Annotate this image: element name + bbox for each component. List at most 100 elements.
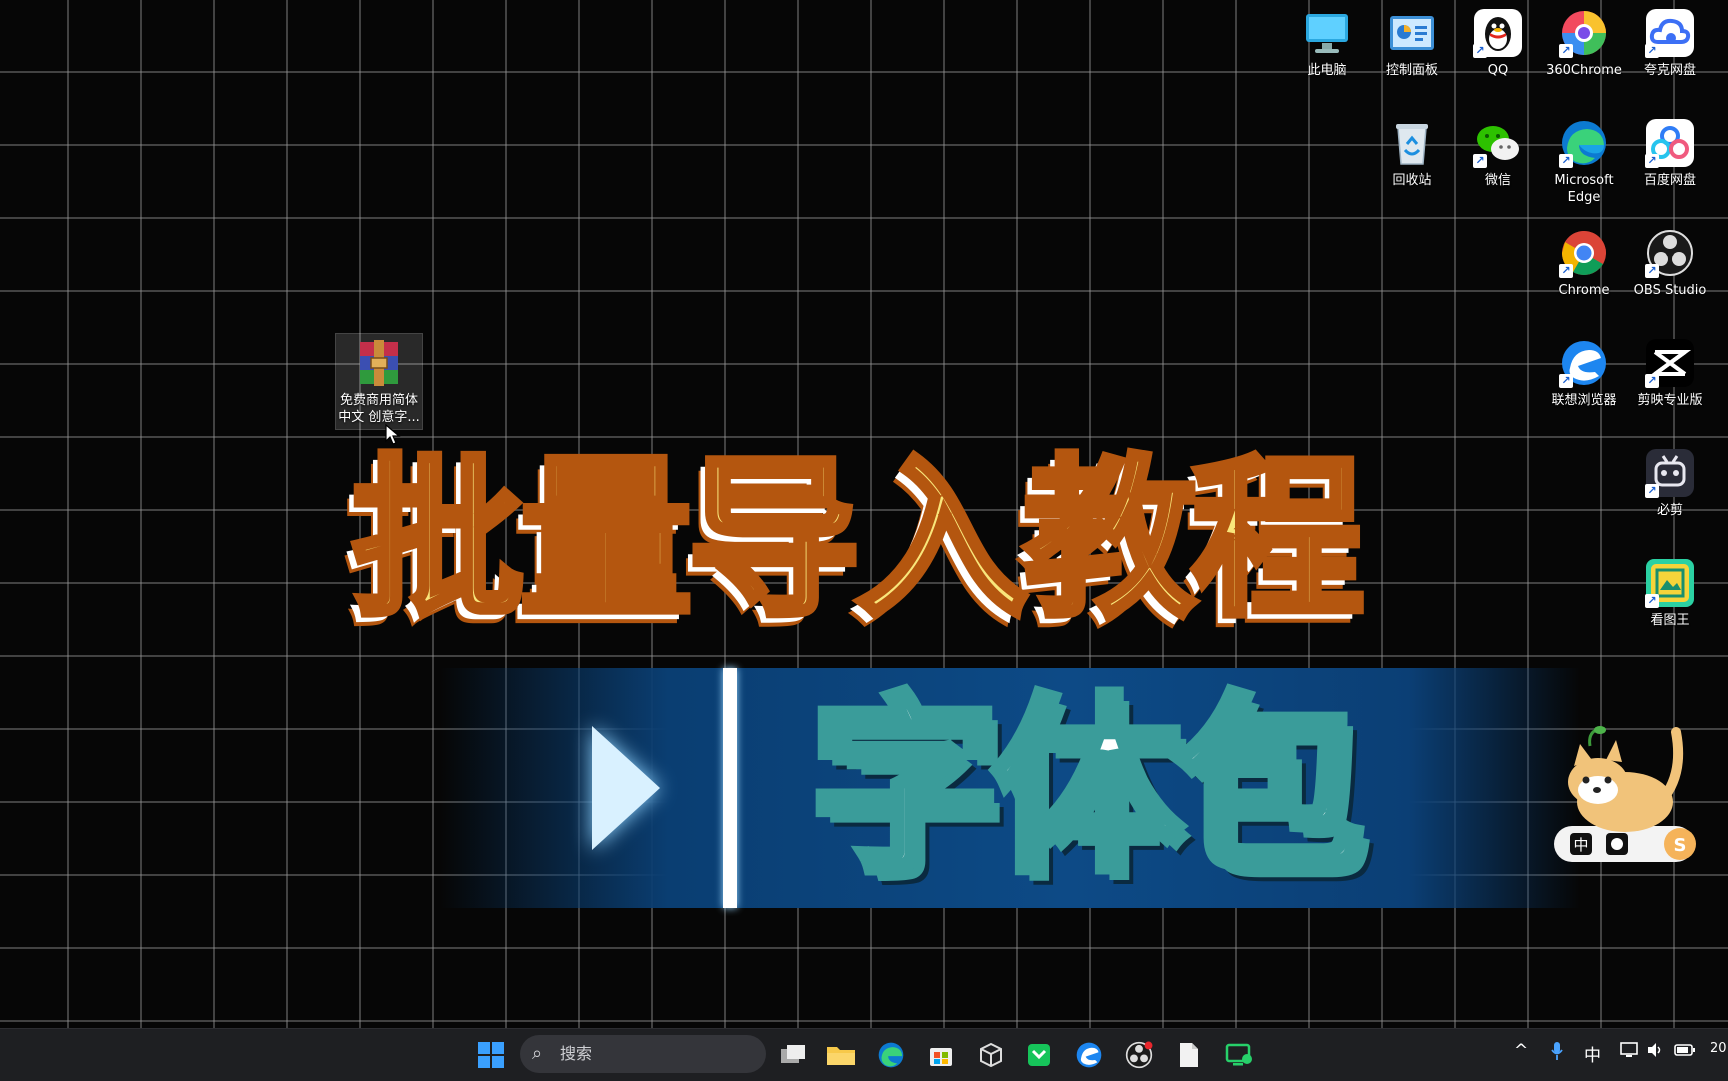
wechat-icon: ↗: [1473, 118, 1523, 168]
desktop-icon-label: Chrome: [1558, 283, 1610, 298]
taskbar-search-input[interactable]: ⌕ 搜索: [520, 1035, 766, 1073]
desktop-icon-lenovo-browser[interactable]: ↗ 联想浏览器: [1542, 338, 1626, 409]
lenovo-browser-taskbar-button[interactable]: [1072, 1038, 1106, 1072]
green-app-button[interactable]: [1022, 1038, 1056, 1072]
desktop-icon-wechat[interactable]: ↗ 微信: [1456, 118, 1540, 189]
desktop-icon-label: OBS Studio: [1633, 283, 1707, 298]
desktop-icon-capcut-pro[interactable]: ↗ 剪映专业版: [1628, 338, 1712, 409]
battery-icon[interactable]: [1674, 1041, 1696, 1064]
360chrome-icon: ↗: [1559, 8, 1609, 58]
desktop-icon-obs-studio[interactable]: ↗ OBS Studio: [1628, 228, 1712, 299]
shortcut-arrow-icon: ↗: [1645, 594, 1659, 608]
desktop-icon-label: 回收站: [1392, 173, 1432, 188]
desktop-icon-microsoft-edge[interactable]: ↗ Microsoft Edge: [1542, 118, 1626, 206]
task-view-button[interactable]: [776, 1038, 810, 1072]
desktop-icon-360chrome[interactable]: ↗ 360Chrome: [1542, 8, 1626, 79]
play-triangle-icon: [592, 726, 660, 850]
tray-overflow-chevron-icon[interactable]: ^: [1514, 1041, 1528, 1061]
desktop-icon-label: 看图王: [1650, 613, 1690, 628]
shortcut-arrow-icon: ↗: [1559, 374, 1573, 388]
file-explorer-button[interactable]: [824, 1038, 858, 1072]
edge-icon: ↗: [1559, 118, 1609, 168]
control-panel-icon: [1387, 8, 1437, 58]
image-viewer-icon: ↗: [1645, 558, 1695, 608]
desktop-icon-label: 联想浏览器: [1551, 393, 1617, 408]
desktop-icon-kantuwang[interactable]: ↗ 看图王: [1628, 558, 1712, 629]
desktop-icon-label: Microsoft Edge: [1554, 173, 1614, 205]
volume-icon[interactable]: [1646, 1041, 1664, 1064]
edge-taskbar-button[interactable]: [874, 1038, 908, 1072]
banner-title: 批量导入教程: [349, 436, 1492, 643]
desktop-icon-label: 控制面板: [1385, 63, 1438, 78]
banner-title-text: 批量导入教程: [349, 436, 1368, 643]
desktop-icon-label: 360Chrome: [1546, 63, 1622, 78]
shortcut-arrow-icon: ↗: [1645, 44, 1659, 58]
desktop-icon-label: 必剪: [1656, 503, 1683, 518]
store-button[interactable]: [924, 1038, 958, 1072]
desktop-icon-recycle-bin[interactable]: 回收站: [1370, 118, 1454, 189]
screen-record-icon: [1225, 1043, 1252, 1066]
desktop-icon-baidu-netdisk[interactable]: ↗ 百度网盘: [1628, 118, 1712, 189]
svg-text:S: S: [1674, 835, 1687, 856]
search-placeholder: 搜索: [560, 1044, 593, 1063]
ime-mascot-cat-icon[interactable]: 中 S: [1550, 720, 1700, 870]
desktop-icon-chrome[interactable]: ↗ Chrome: [1542, 228, 1626, 299]
green-app-icon: [1028, 1044, 1050, 1066]
shortcut-arrow-icon: ↗: [1645, 154, 1659, 168]
task-view-icon: [781, 1045, 805, 1063]
monitor-icon: [1302, 8, 1352, 58]
document-icon: [1180, 1043, 1198, 1067]
shortcut-arrow-icon: ↗: [1559, 44, 1573, 58]
desktop-icon-label: 夸克网盘: [1643, 63, 1696, 78]
desktop-icon-quark-drive[interactable]: ↗ 夸克网盘: [1628, 8, 1712, 79]
cloud-drive-icon: ↗: [1645, 8, 1695, 58]
desktop-icon-label: QQ: [1487, 63, 1509, 78]
desktop-icon-this-pc[interactable]: 此电脑: [1285, 8, 1369, 79]
desktop-icon-label: 百度网盘: [1643, 173, 1696, 188]
obs-taskbar-button[interactable]: [1122, 1038, 1156, 1072]
svg-text:中: 中: [1573, 836, 1588, 854]
lenovo-browser-icon: [1076, 1042, 1102, 1068]
windows-logo-icon: [478, 1042, 504, 1068]
screen-recorder-button[interactable]: [1222, 1038, 1256, 1072]
lenovo-browser-icon: ↗: [1559, 338, 1609, 388]
cube-icon: [980, 1042, 1002, 1068]
store-bag-icon: [930, 1048, 952, 1066]
shortcut-arrow-icon: ↗: [1559, 264, 1573, 278]
desktop-icon-font-archive[interactable]: 免费商用简体中文 创意字...: [335, 333, 423, 430]
desktop-icon-control-panel[interactable]: 控制面板: [1370, 8, 1454, 79]
capcut-icon: ↗: [1645, 338, 1695, 388]
desktop-icon-label: 微信: [1484, 173, 1511, 188]
desktop-icon-bijian[interactable]: ↗ 必剪: [1628, 448, 1712, 519]
baidu-netdisk-icon: ↗: [1645, 118, 1695, 168]
desktop-icon-label: 免费商用简体中文 创意字...: [338, 393, 420, 425]
shortcut-arrow-icon: ↗: [1559, 154, 1573, 168]
ime-indicator[interactable]: 中: [1584, 1041, 1601, 1066]
clock-fragment[interactable]: 20: [1710, 1041, 1727, 1056]
obs-icon: [1125, 1041, 1153, 1069]
start-button[interactable]: [474, 1038, 508, 1072]
bijian-robot-icon: ↗: [1645, 448, 1695, 498]
notepad-button[interactable]: [1172, 1038, 1206, 1072]
subtitle-divider: [723, 668, 737, 908]
banner-subtitle: 字体包: [805, 673, 1368, 903]
desktop-icon-label: 剪映专业版: [1637, 393, 1703, 408]
search-icon: ⌕: [532, 1043, 543, 1064]
network-monitor-icon[interactable]: [1620, 1041, 1638, 1064]
desktop-icon-label: 此电脑: [1307, 63, 1347, 78]
chrome-icon: ↗: [1559, 228, 1609, 278]
edge-icon: [878, 1042, 904, 1068]
desktop-icon-qq[interactable]: ↗ QQ: [1456, 8, 1540, 79]
qq-penguin-icon: ↗: [1473, 8, 1523, 58]
shortcut-arrow-icon: ↗: [1645, 374, 1659, 388]
folder-icon: [827, 1047, 855, 1065]
shortcut-arrow-icon: ↗: [1473, 44, 1487, 58]
shortcut-arrow-icon: ↗: [1645, 484, 1659, 498]
obs-icon: ↗: [1645, 228, 1695, 278]
shortcut-arrow-icon: ↗: [1645, 264, 1659, 278]
app-cube-button[interactable]: [974, 1038, 1008, 1072]
winrar-archive-icon: [354, 338, 404, 388]
shortcut-arrow-icon: ↗: [1473, 154, 1487, 168]
microphone-icon[interactable]: [1550, 1041, 1564, 1066]
taskbar: ⌕ 搜索 ^ 中 20: [0, 1028, 1728, 1081]
